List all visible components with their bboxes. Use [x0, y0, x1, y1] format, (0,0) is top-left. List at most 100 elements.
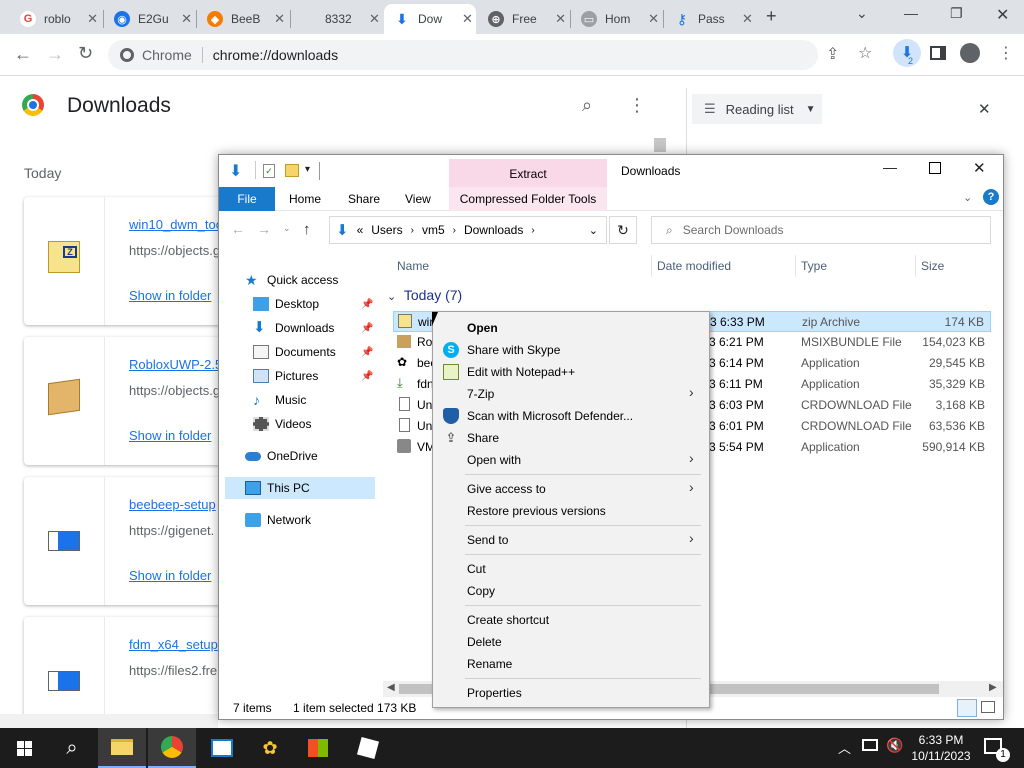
download-filename-link[interactable]: win10_dwm_toc: [129, 217, 222, 232]
beebeep-taskbar-button[interactable]: ✿: [246, 728, 294, 768]
tab-e2guide[interactable]: ◉ E2Gu ✕: [104, 4, 192, 34]
tab-share[interactable]: Share: [348, 187, 380, 211]
downloads-toolbar-icon[interactable]: ⬇: [893, 39, 921, 67]
search-icon[interactable]: ⌕: [582, 95, 592, 116]
close-icon[interactable]: ✕: [648, 11, 659, 27]
column-date-modified[interactable]: Date modified: [657, 259, 731, 273]
menu-cut[interactable]: Cut: [467, 562, 486, 576]
forward-icon[interactable]: →: [46, 44, 64, 65]
address-bar[interactable]: ⬇ « Users › vm5 › Downloads › ⌄: [329, 216, 607, 244]
nav-videos[interactable]: Videos: [253, 413, 311, 435]
nav-music[interactable]: ♪ Music: [253, 389, 306, 411]
scroll-left-icon[interactable]: ◀: [387, 682, 395, 693]
nav-downloads[interactable]: ⬇ Downloads: [253, 317, 334, 339]
tab-8332[interactable]: 8332 ✕: [291, 4, 381, 34]
chevron-right-icon[interactable]: ›: [453, 225, 456, 236]
details-view-icon[interactable]: [957, 699, 977, 717]
close-panel-icon[interactable]: ✕: [978, 100, 991, 118]
network-icon[interactable]: [862, 739, 878, 751]
breadcrumb-overflow[interactable]: «: [357, 223, 364, 237]
roblox-taskbar-button[interactable]: [344, 728, 392, 768]
nav-network[interactable]: Network: [245, 509, 311, 531]
download-filename-link[interactable]: RobloxUWP-2.5: [129, 357, 222, 372]
menu-rename[interactable]: Rename: [467, 657, 512, 671]
close-icon[interactable]: ✕: [274, 11, 285, 27]
nav-desktop[interactable]: Desktop: [253, 293, 319, 315]
minimize-button[interactable]: —: [883, 159, 897, 175]
new-folder-icon[interactable]: [285, 164, 299, 177]
tab-downloads[interactable]: ⬇ Dow ✕: [384, 4, 476, 34]
tab-roblox[interactable]: G roblo ✕: [10, 4, 98, 34]
breadcrumb-users[interactable]: Users: [371, 223, 402, 237]
app-taskbar-button[interactable]: [198, 728, 246, 768]
tab-home[interactable]: ▭ Hom ✕: [571, 4, 659, 34]
close-icon[interactable]: ✕: [181, 11, 192, 27]
refresh-icon[interactable]: ↻: [609, 216, 637, 244]
close-icon[interactable]: ✕: [369, 11, 380, 27]
column-size[interactable]: Size: [921, 259, 944, 273]
menu-restore-previous-versions[interactable]: Restore previous versions: [467, 504, 606, 518]
forward-icon[interactable]: →: [257, 221, 271, 237]
back-icon[interactable]: ←: [231, 221, 245, 237]
reading-list-dropdown[interactable]: ☰ Reading list ▼: [692, 94, 822, 124]
nav-quick-access[interactable]: ★ Quick access: [245, 269, 338, 291]
menu-scan-with-defender[interactable]: Scan with Microsoft Defender...: [467, 409, 633, 423]
menu-open[interactable]: Open: [467, 321, 498, 335]
menu-open-with[interactable]: Open with: [467, 453, 521, 467]
menu-properties[interactable]: Properties: [467, 686, 522, 700]
system-clock[interactable]: 6:33 PM 10/11/2023: [906, 732, 976, 764]
tab-view[interactable]: View: [405, 187, 431, 211]
close-icon[interactable]: ✕: [87, 11, 98, 27]
properties-icon[interactable]: ✓: [263, 164, 275, 178]
tab-home[interactable]: Home: [289, 187, 321, 211]
tab-file[interactable]: File: [219, 187, 275, 211]
nav-onedrive[interactable]: OneDrive: [245, 445, 318, 467]
share-icon[interactable]: ⇪: [826, 44, 839, 64]
file-explorer-taskbar-button[interactable]: [98, 728, 146, 768]
close-button[interactable]: ✕: [973, 159, 986, 177]
minimize-button[interactable]: —: [904, 5, 918, 21]
menu-create-shortcut[interactable]: Create shortcut: [467, 613, 549, 627]
profile-avatar[interactable]: [960, 43, 980, 63]
scroll-right-icon[interactable]: ▶: [989, 682, 997, 693]
menu-share-with-skype[interactable]: Share with Skype: [467, 343, 560, 357]
recent-locations-icon[interactable]: ⌄: [283, 223, 291, 234]
reload-icon[interactable]: ↻: [78, 43, 93, 64]
close-window-button[interactable]: ✕: [996, 5, 1009, 25]
up-icon[interactable]: ↑: [303, 221, 311, 238]
horizontal-scrollbar[interactable]: [0, 714, 218, 728]
help-icon[interactable]: ?: [983, 189, 999, 205]
chevron-right-icon[interactable]: ›: [411, 225, 414, 236]
breadcrumb-downloads[interactable]: Downloads: [464, 223, 523, 237]
breadcrumb-vm5[interactable]: vm5: [422, 223, 445, 237]
page-scrollbar[interactable]: [654, 138, 666, 152]
column-name[interactable]: Name: [397, 259, 429, 273]
menu-give-access-to[interactable]: Give access to: [467, 482, 546, 496]
tab-beebeep[interactable]: ◆ BeeB ✕: [197, 4, 285, 34]
new-tab-button[interactable]: +: [766, 6, 777, 27]
maximize-button[interactable]: [929, 162, 941, 174]
menu-edit-with-notepad[interactable]: Edit with Notepad++: [467, 365, 575, 379]
chrome-taskbar-button[interactable]: [148, 728, 196, 768]
quick-access-toolbar-arrow[interactable]: ▾: [305, 164, 310, 175]
volume-muted-icon[interactable]: 🔇: [886, 737, 903, 754]
show-in-folder-link[interactable]: Show in folder: [129, 568, 211, 583]
start-button[interactable]: [0, 728, 48, 768]
group-header-today[interactable]: ⌄ Today (7): [387, 287, 462, 303]
menu-delete[interactable]: Delete: [467, 635, 502, 649]
tab-compressed-folder-tools[interactable]: Compressed Folder Tools: [449, 187, 607, 211]
extract-contextual-tab[interactable]: Extract: [449, 159, 607, 187]
close-icon[interactable]: ✕: [462, 11, 473, 27]
menu-share[interactable]: Share: [467, 431, 499, 445]
column-type[interactable]: Type: [801, 259, 827, 273]
menu-send-to[interactable]: Send to: [467, 533, 508, 547]
show-hidden-icons[interactable]: ︿: [838, 738, 851, 757]
nav-this-pc[interactable]: This PC: [245, 477, 310, 499]
close-icon[interactable]: ✕: [555, 11, 566, 27]
tab-free[interactable]: ⊕ Free ✕: [478, 4, 566, 34]
chevron-down-icon[interactable]: ⌄: [589, 224, 598, 237]
restore-button[interactable]: ❐: [950, 5, 963, 22]
chevron-right-icon[interactable]: ›: [531, 225, 534, 236]
menu-7zip[interactable]: 7-Zip: [467, 387, 494, 401]
menu-copy[interactable]: Copy: [467, 584, 495, 598]
